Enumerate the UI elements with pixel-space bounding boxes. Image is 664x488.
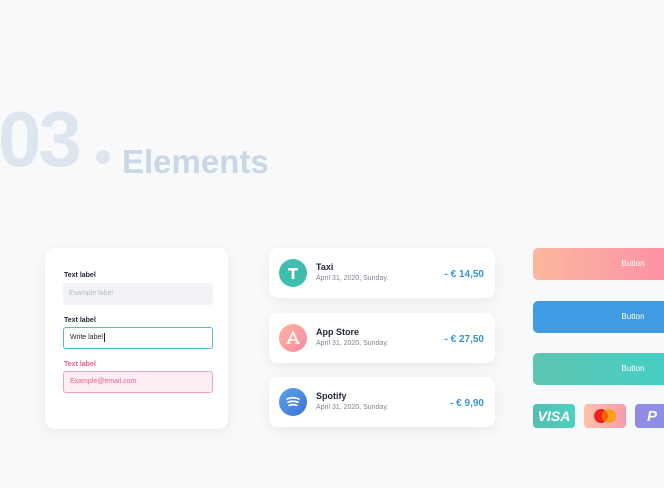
visa-label: VISA [537,408,571,424]
transaction-name: Taxi [316,262,334,272]
input-value: Example@email.com [70,378,137,385]
transaction-date: April 31, 2020, Sunday. [316,404,389,411]
active-input[interactable]: Write label [63,327,213,349]
input-value: Example label [69,290,113,297]
pink-button[interactable]: Button [533,248,664,280]
paypal-glyph: P [647,407,658,425]
paypal-icon[interactable]: P [635,404,664,428]
teal-button[interactable]: Button [533,353,664,385]
visa-icon[interactable]: VISA [533,404,575,428]
field-label: Text label [64,317,96,324]
transaction-date: April 31, 2020, Sunday. [316,275,389,282]
email-input-error[interactable]: Example@email.com [63,371,213,393]
app-store-icon [279,324,307,352]
mastercard-icon[interactable] [584,404,626,428]
field-label-error: Text label [64,361,96,368]
transaction-name: App Store [316,327,360,337]
transaction-amount: - € 9,90 [450,398,484,409]
taxi-icon [279,259,307,287]
transaction-amount: - € 27,50 [444,334,484,345]
transaction-card-app-store[interactable]: App Store April 31, 2020, Sunday. - € 27… [269,313,495,363]
transaction-card-spotify[interactable]: Spotify April 31, 2020, Sunday. - € 9,90 [269,377,495,427]
section-title: Elements [122,143,269,180]
transaction-name: Spotify [316,391,347,401]
form-card: Text label Example label Text label Writ… [45,248,228,429]
spotify-icon [279,388,307,416]
field-label: Text label [64,272,96,279]
input-value: Write label [70,334,103,341]
transaction-amount: - € 14,50 [444,269,484,280]
disabled-input[interactable]: Example label [63,283,213,305]
transaction-date: April 31, 2020, Sunday. [316,340,389,347]
text-caret [103,332,105,342]
transaction-card-taxi[interactable]: Taxi April 31, 2020, Sunday. - € 14,50 [269,248,495,298]
section-dot [96,150,110,164]
blue-button[interactable]: Button [533,301,664,333]
section-number: 03 [0,95,82,183]
